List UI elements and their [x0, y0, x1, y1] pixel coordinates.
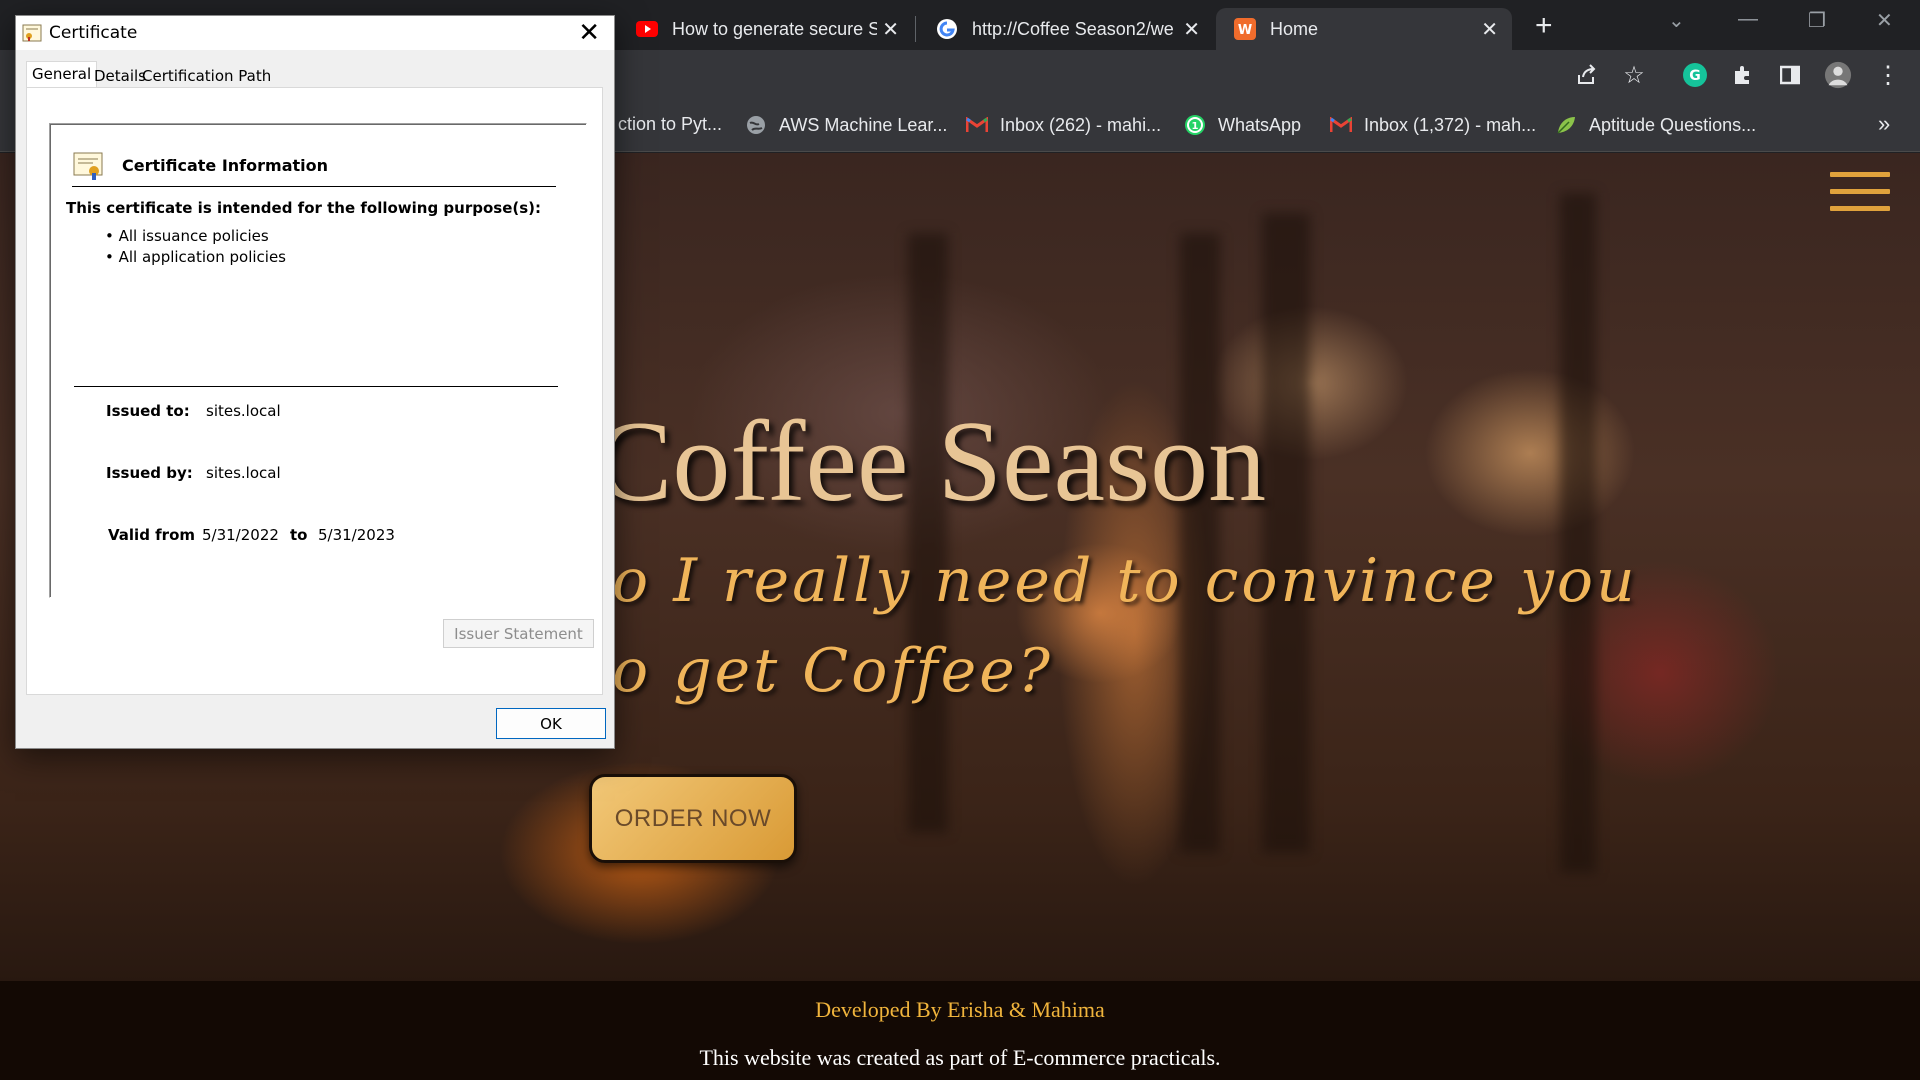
list-item: • All application policies [105, 248, 286, 266]
tab-youtube[interactable]: How to generate secure S ✕ [618, 8, 913, 50]
list-item: • All issuance policies [105, 227, 269, 245]
bookmark-label: AWS Machine Lear... [779, 114, 948, 135]
issued-by-label: Issued by: [106, 464, 193, 482]
youtube-icon [636, 18, 658, 40]
tab-search-icon[interactable]: ⌄ [1668, 8, 1685, 33]
whatsapp-icon: 1 [1184, 114, 1206, 136]
svg-text:1: 1 [1192, 121, 1199, 132]
bookmark-label: Inbox (262) - mahi... [1000, 114, 1162, 135]
valid-to-label: to [290, 526, 307, 544]
issued-by-value: sites.local [206, 464, 281, 482]
general-tab-panel: Certificate Information This certificate… [26, 87, 603, 695]
minimize-icon[interactable]: — [1738, 8, 1758, 31]
certificate-icon [73, 151, 105, 181]
background-decoration [1560, 193, 1596, 873]
hero-subtitle-line2: o get Coffee? [612, 636, 1053, 706]
purpose-list: • All issuance policies • All applicatio… [105, 226, 286, 268]
issued-to-value: sites.local [206, 402, 281, 420]
svg-text:G: G [1689, 68, 1701, 84]
grammarly-icon[interactable]: G [1681, 61, 1709, 89]
restore-icon[interactable]: ❐ [1808, 8, 1826, 33]
profile-avatar[interactable] [1824, 61, 1852, 89]
globe-icon [745, 114, 767, 136]
bookmark-item[interactable]: Inbox (1,372) - mah... [1330, 114, 1536, 136]
hero-title: Coffee Season [595, 398, 1267, 526]
background-decoration [1262, 213, 1310, 853]
issued-to-row: Issued to: [106, 402, 190, 420]
bookmark-item[interactable]: Inbox (262) - mahi... [966, 114, 1161, 136]
tab-title: How to generate secure S [672, 18, 877, 39]
bookmark-label: WhatsApp [1218, 114, 1302, 135]
screen: How to generate secure S ✕ http://Coffee… [0, 0, 1920, 1080]
browser-menu-icon[interactable]: ⋮ [1874, 61, 1902, 89]
extensions-icon[interactable] [1729, 61, 1757, 89]
certificate-info-box: Certificate Information This certificate… [49, 123, 587, 598]
valid-from-value: 5/31/2022 [202, 526, 279, 544]
share-icon[interactable] [1573, 61, 1601, 89]
tab-home[interactable]: W Home ✕ [1216, 8, 1512, 50]
valid-to-value: 5/31/2023 [318, 526, 395, 544]
valid-from-label: Valid from [108, 526, 195, 544]
site-icon: W [1234, 18, 1256, 40]
tab-certification-path[interactable]: Certification Path [137, 64, 276, 88]
bookmark-item[interactable]: AWS Machine Lear... [745, 114, 947, 136]
dialog-title-bar: Certificate ✕ [16, 16, 614, 50]
footer-note: This website was created as part of E-co… [699, 1045, 1221, 1070]
issuer-statement-button[interactable]: Issuer Statement [443, 619, 594, 648]
valid-to-label-text: to [290, 526, 308, 544]
bookmark-label: Aptitude Questions... [1589, 114, 1757, 135]
gmail-icon [966, 114, 988, 136]
tab-separator [915, 16, 916, 42]
order-now-button[interactable]: ORDER NOW [589, 774, 797, 863]
tab-title: Home [1270, 18, 1319, 39]
bookmark-label: ction to Pyt... [618, 114, 723, 134]
tab-title: http://Coffee Season2/we [972, 18, 1174, 39]
window-close-icon[interactable]: ✕ [1876, 8, 1893, 33]
divider [72, 186, 556, 187]
side-panel-icon[interactable] [1776, 61, 1804, 89]
hamburger-menu-icon[interactable] [1830, 172, 1890, 223]
certificate-dialog: Certificate ✕ General Details Certificat… [15, 15, 615, 749]
close-tab-icon[interactable]: ✕ [1183, 17, 1200, 42]
purpose-heading: This certificate is intended for the fol… [66, 199, 542, 217]
tab-general[interactable]: General [26, 61, 98, 89]
background-decoration [908, 233, 948, 833]
bookmark-label: Inbox (1,372) - mah... [1364, 114, 1537, 135]
bookmark-item[interactable]: 1 WhatsApp [1184, 114, 1301, 136]
tab-coffee-season[interactable]: http://Coffee Season2/we ✕ [918, 8, 1214, 50]
bookmark-star-icon[interactable]: ☆ [1620, 61, 1648, 89]
page-footer: Developed By Erisha & Mahima This websit… [0, 981, 1920, 1080]
more-bookmarks-button[interactable]: » [1878, 111, 1890, 137]
developer-credit: Developed By Erisha & Mahima [815, 997, 1105, 1022]
dialog-title: Certificate [49, 23, 138, 43]
svg-text:W: W [1238, 23, 1252, 38]
new-tab-button[interactable]: + [1535, 9, 1553, 43]
certificate-icon [22, 24, 42, 42]
issued-by-row: Issued by: [106, 464, 193, 482]
valid-from-label-text: Valid from [108, 526, 196, 544]
google-icon [936, 18, 958, 40]
hero-subtitle-line1: o I really need to convince you [612, 546, 1638, 616]
background-decoration [1180, 233, 1220, 853]
gmail-icon [1330, 114, 1352, 136]
close-tab-icon[interactable]: ✕ [882, 17, 899, 42]
ok-button[interactable]: OK [496, 708, 606, 739]
bookmark-item[interactable]: ction to Pyt... [618, 114, 722, 135]
leaf-icon [1555, 114, 1577, 136]
divider [74, 386, 558, 387]
bookmark-item[interactable]: Aptitude Questions... [1555, 114, 1756, 136]
close-icon[interactable]: ✕ [578, 18, 600, 48]
certificate-info-heading: Certificate Information [122, 156, 328, 175]
issued-to-label: Issued to: [106, 402, 190, 420]
close-tab-icon[interactable]: ✕ [1481, 17, 1498, 42]
